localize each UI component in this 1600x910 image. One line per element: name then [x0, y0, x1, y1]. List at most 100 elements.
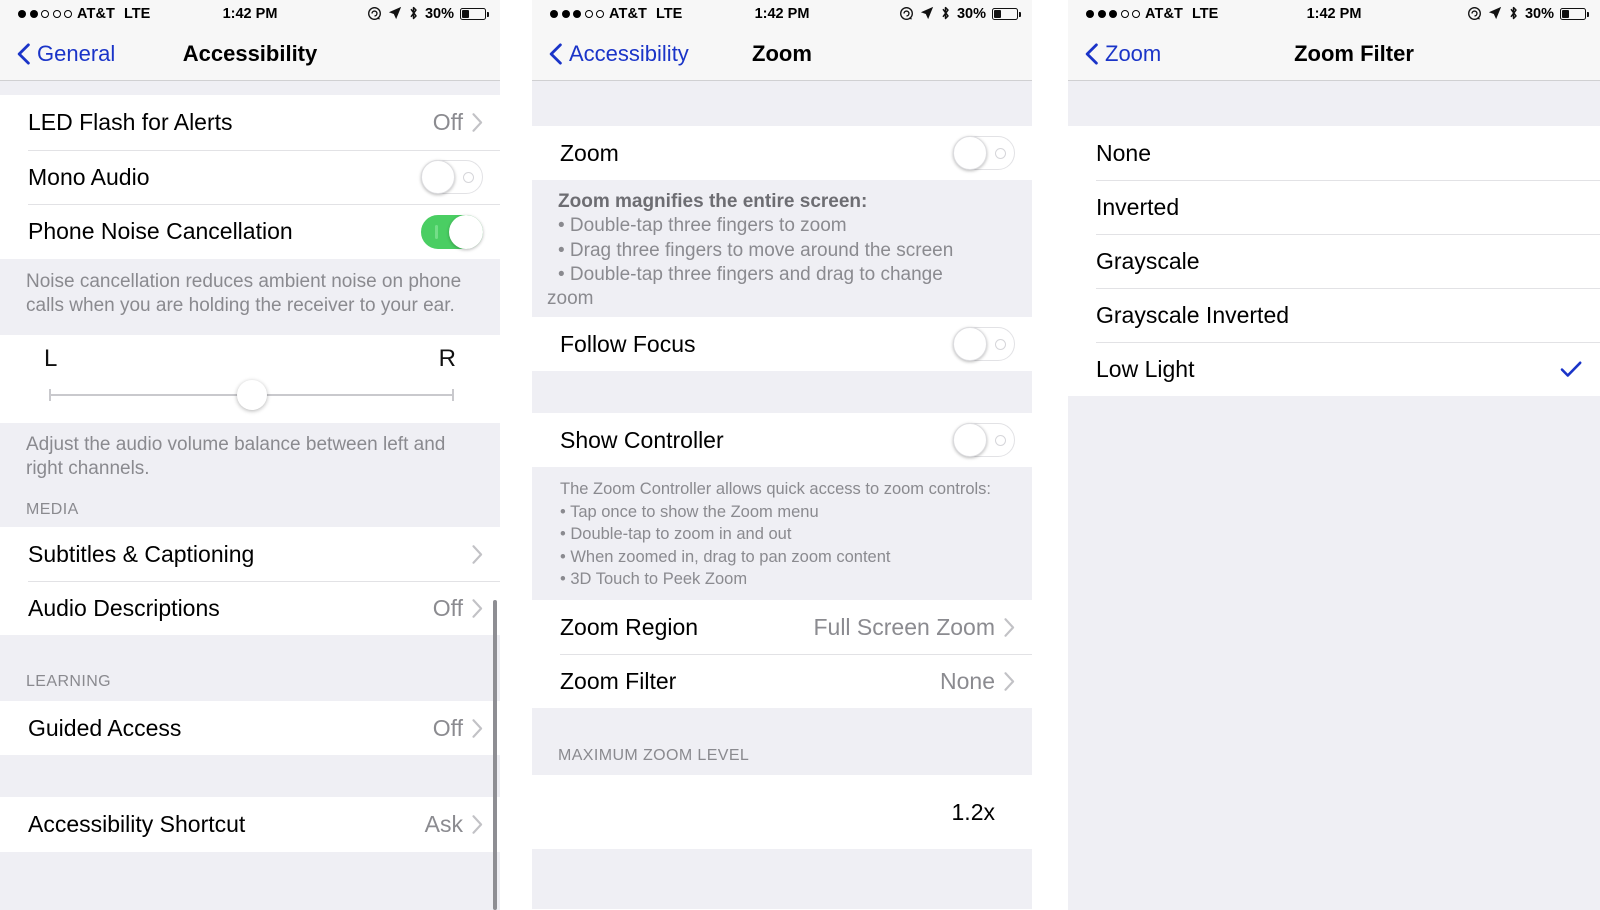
- section-gap: [1068, 81, 1600, 126]
- location-arrow-icon: [388, 6, 402, 22]
- zoom-footer: Zoom magnifies the entire screen: • Doub…: [532, 180, 1032, 317]
- option-label: Grayscale Inverted: [1096, 301, 1290, 328]
- row-label: Guided Access: [28, 714, 182, 741]
- screenshot-accessibility: AT&T LTE 1:42 PM 30% General Accessibili…: [0, 0, 500, 910]
- page-title: Zoom Filter: [1294, 41, 1414, 66]
- chevron-left-icon: [17, 43, 30, 65]
- chevron-right-icon: [472, 113, 483, 132]
- option-label: Low Light: [1096, 355, 1195, 382]
- row-led-flash-for-alerts[interactable]: LED Flash for Alerts Off: [0, 95, 500, 150]
- row-accessibility-shortcut[interactable]: Accessibility Shortcut Ask: [0, 797, 500, 852]
- option-label: Inverted: [1096, 193, 1180, 220]
- section-gap: [0, 852, 500, 910]
- location-arrow-icon: [920, 6, 934, 22]
- row-subtitles-and-captioning[interactable]: Subtitles & Captioning: [0, 527, 500, 581]
- row-label: Zoom Region: [560, 613, 699, 640]
- option-row-grayscale-inverted[interactable]: Grayscale Inverted: [1068, 288, 1600, 342]
- battery-percent-label: 30%: [1524, 6, 1554, 22]
- footer-heading: The Zoom Controller allows quick access …: [560, 480, 991, 498]
- zoom-toggle[interactable]: [953, 136, 1015, 170]
- row-label: Accessibility Shortcut: [28, 811, 246, 837]
- option-row-inverted[interactable]: Inverted: [1068, 180, 1600, 234]
- section-header-media: MEDIA: [0, 481, 500, 527]
- row-value: Off: [432, 109, 463, 135]
- row-audio-descriptions[interactable]: Audio Descriptions Off: [0, 581, 500, 635]
- show-controller-toggle[interactable]: [953, 423, 1015, 457]
- screenshot-zoom: AT&T LTE 1:42 PM 30% Accessibility Zoom …: [532, 0, 1032, 910]
- back-button-general[interactable]: General: [17, 41, 115, 67]
- section-gap: [0, 81, 500, 95]
- audio-balance-slider-section: L R: [0, 335, 500, 423]
- row-value: Off: [432, 594, 463, 621]
- option-label: Grayscale: [1096, 247, 1200, 274]
- navigation-bar: General Accessibility: [0, 28, 500, 81]
- row-label: Audio Descriptions: [28, 594, 220, 621]
- row-zoom-region[interactable]: Zoom Region Full Screen Zoom: [532, 600, 1032, 654]
- option-row-none[interactable]: None: [1068, 126, 1600, 180]
- clock-label: 1:42 PM: [222, 6, 278, 22]
- row-label: Phone Noise Cancellation: [28, 218, 293, 244]
- orientation-lock-icon: [367, 6, 382, 23]
- status-bar-right: 30%: [1467, 0, 1589, 28]
- section-header-maximum-zoom-level: MAXIMUM ZOOM LEVEL: [532, 708, 1032, 775]
- bluetooth-icon: [408, 5, 419, 23]
- balance-right-label: R: [438, 345, 456, 372]
- vertical-scrollbar[interactable]: [493, 600, 497, 910]
- footer-text: Noise cancellation reduces ambient noise…: [26, 271, 462, 317]
- learning-group: Guided Access Off: [0, 701, 500, 755]
- option-row-low-light[interactable]: Low Light: [1068, 342, 1600, 396]
- balance-slider-knob[interactable]: [237, 380, 267, 410]
- row-zoom-filter[interactable]: Zoom Filter None: [532, 654, 1032, 708]
- row-guided-access[interactable]: Guided Access Off: [0, 701, 500, 755]
- footer-bullet: • Double-tap to zoom in and out: [560, 525, 792, 544]
- back-button-label: General: [37, 41, 116, 66]
- battery-icon: [1560, 8, 1589, 20]
- section-gap: [0, 755, 500, 797]
- row-label: Subtitles & Captioning: [28, 540, 255, 567]
- mono-audio-toggle[interactable]: [421, 160, 483, 194]
- chevron-right-icon: [1004, 671, 1015, 691]
- audio-settings-group: LED Flash for Alerts Off Mono Audio Phon…: [0, 95, 500, 259]
- footer-bullet: • 3D Touch to Peek Zoom: [560, 570, 748, 589]
- chevron-right-icon: [472, 815, 483, 834]
- noise-cancellation-footer: Noise cancellation reduces ambient noise…: [0, 259, 500, 335]
- zoom-level-value: 1.2x: [951, 798, 995, 825]
- row-follow-focus[interactable]: Follow Focus: [532, 317, 1032, 371]
- location-arrow-icon: [1488, 6, 1502, 22]
- clock-label: 1:42 PM: [754, 6, 810, 22]
- row-label: LED Flash for Alerts: [28, 109, 233, 135]
- footer-bullet: • Drag three fingers to move around the …: [558, 239, 954, 261]
- balance-left-label: L: [44, 345, 58, 372]
- row-label: Zoom Filter: [560, 667, 677, 694]
- row-phone-noise-cancellation[interactable]: Phone Noise Cancellation: [0, 204, 500, 259]
- maximum-zoom-level-slider-section: 1.2x: [532, 775, 1032, 849]
- follow-focus-toggle[interactable]: [953, 327, 1015, 361]
- chevron-right-icon: [472, 544, 483, 564]
- screenshot-zoom-filter: AT&T LTE 1:42 PM 30% Zoom Zoom Filter No…: [1068, 0, 1600, 910]
- row-show-controller[interactable]: Show Controller: [532, 413, 1032, 467]
- back-button-zoom[interactable]: Zoom: [1085, 41, 1161, 67]
- status-bar: AT&T LTE 1:42 PM 30%: [1068, 0, 1600, 28]
- navigation-bar: Accessibility Zoom: [532, 28, 1032, 81]
- chevron-right-icon: [472, 718, 483, 738]
- row-label: Show Controller: [560, 426, 724, 453]
- option-row-grayscale[interactable]: Grayscale: [1068, 234, 1600, 288]
- section-gap: [532, 371, 1032, 413]
- status-bar: AT&T LTE 1:42 PM 30%: [0, 0, 500, 28]
- chevron-right-icon: [1004, 617, 1015, 637]
- phone-noise-cancellation-toggle[interactable]: [421, 214, 483, 249]
- status-bar-right: 30%: [899, 0, 1021, 28]
- checkmark-icon: [1560, 361, 1582, 377]
- section-header-label: LEARNING: [26, 673, 111, 690]
- bluetooth-icon: [940, 5, 951, 23]
- battery-percent-label: 30%: [956, 6, 986, 22]
- row-mono-audio[interactable]: Mono Audio: [0, 150, 500, 204]
- follow-focus-group: Follow Focus: [532, 317, 1032, 371]
- option-label: None: [1096, 139, 1151, 166]
- row-zoom[interactable]: Zoom: [532, 126, 1032, 180]
- back-button-accessibility[interactable]: Accessibility: [549, 41, 689, 67]
- shortcut-group: Accessibility Shortcut Ask: [0, 797, 500, 852]
- row-label: Follow Focus: [560, 330, 696, 357]
- battery-icon: [460, 8, 489, 20]
- row-value: None: [940, 667, 995, 694]
